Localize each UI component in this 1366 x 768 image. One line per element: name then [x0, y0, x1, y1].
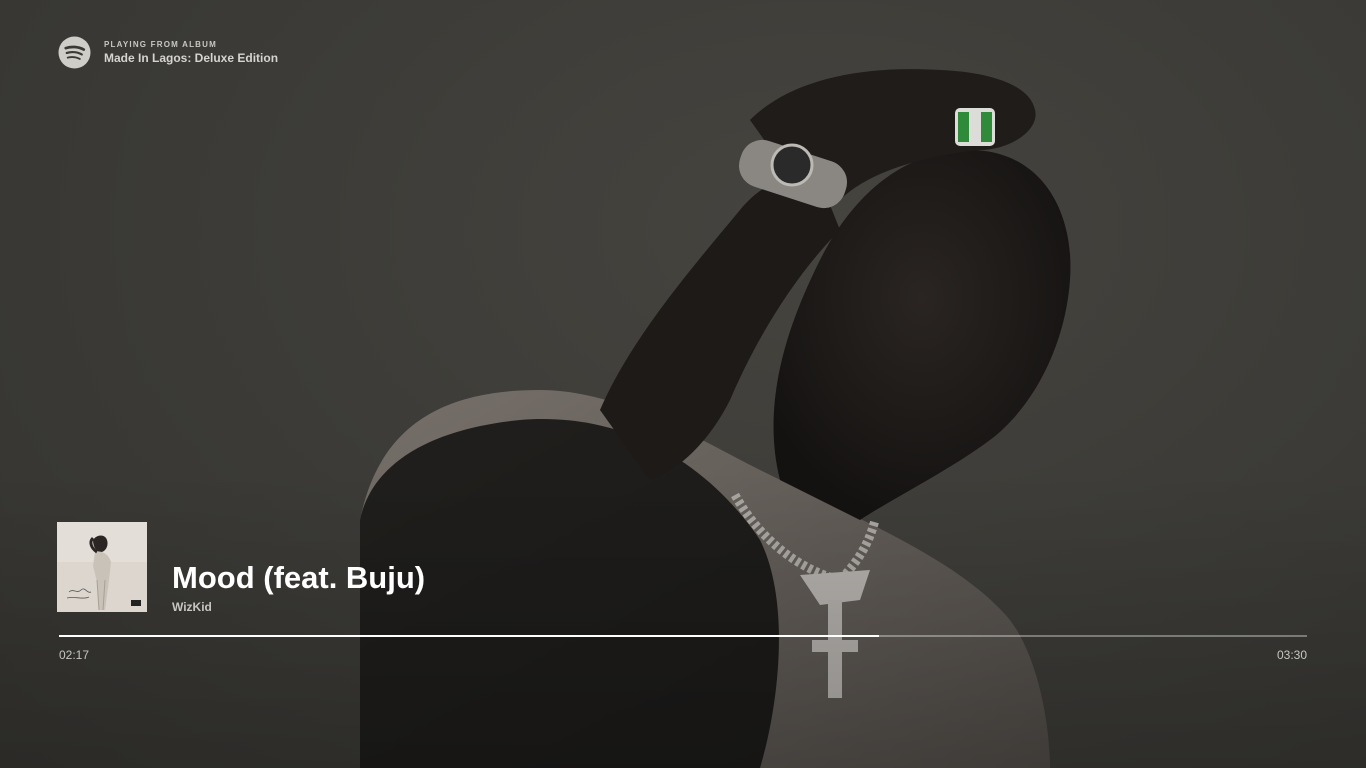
progress-bar[interactable]	[59, 635, 1307, 637]
playing-from-context[interactable]: PLAYING FROM ALBUM Made In Lagos: Deluxe…	[58, 36, 278, 69]
now-playing-screen: PLAYING FROM ALBUM Made In Lagos: Deluxe…	[0, 0, 1366, 768]
album-cover-art	[57, 522, 147, 612]
track-title[interactable]: Mood (feat. Buju)	[172, 559, 425, 597]
total-time: 03:30	[1276, 648, 1307, 662]
album-cover[interactable]	[57, 522, 147, 612]
album-name[interactable]: Made In Lagos: Deluxe Edition	[104, 50, 278, 66]
context-text: PLAYING FROM ALBUM Made In Lagos: Deluxe…	[104, 39, 278, 66]
elapsed-time: 02:17	[59, 648, 90, 662]
progress-fill	[59, 635, 880, 637]
track-artist[interactable]: WizKid	[172, 600, 212, 615]
context-kicker: PLAYING FROM ALBUM	[104, 40, 218, 49]
bottom-shade	[0, 468, 1366, 768]
spotify-logo-icon	[58, 36, 91, 69]
